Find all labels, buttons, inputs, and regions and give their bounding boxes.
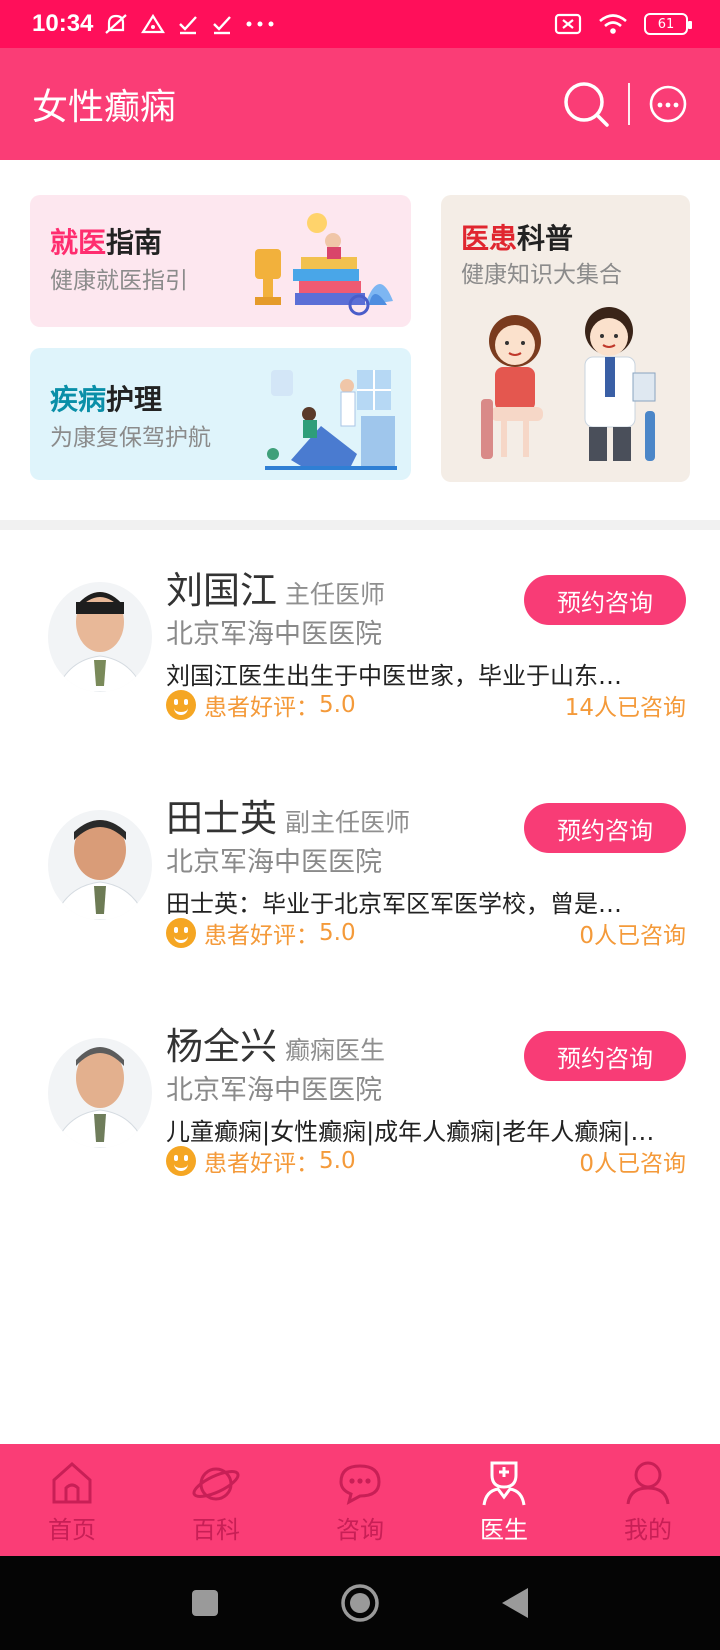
- header-divider: [628, 83, 630, 125]
- doctor-icon: [482, 1461, 526, 1505]
- doctor-hospital: 北京军海中医医院: [166, 1075, 382, 1106]
- tab-profile[interactable]: 我的: [576, 1444, 720, 1556]
- doctor-title: 副主任医师: [285, 808, 411, 837]
- more-options-icon[interactable]: [648, 84, 688, 124]
- doctor-description: 刘国江医生出生于中医世家，毕业于山东…: [166, 662, 622, 690]
- app-header: 女性癫痫: [0, 48, 720, 160]
- tab-consult[interactable]: 咨询: [288, 1444, 432, 1556]
- doctor-card[interactable]: 田士英 副主任医师 北京军海中医医院 田士英：毕业于北京军区军医学校，曾是… 患者…: [0, 788, 720, 988]
- home-icon: [52, 1461, 92, 1503]
- doctor-avatar: [48, 810, 152, 920]
- check-icon: [213, 16, 232, 35]
- tab-doctor[interactable]: 医生: [432, 1444, 576, 1556]
- doctor-name: 杨全兴 癫痫医生: [166, 1025, 386, 1068]
- doctor-card[interactable]: 杨全兴 癫痫医生 北京军海中医医院 儿童癫痫|女性癫痫|成年人癫痫|老年人癫痫|……: [0, 1016, 720, 1216]
- banner-guide-subtitle: 健康就医指引: [50, 268, 188, 294]
- tab-profile-label: 我的: [624, 1515, 672, 1544]
- rating-value: 5.0: [319, 920, 356, 946]
- status-notification-icons: [103, 12, 275, 36]
- chat-icon: [339, 1463, 381, 1505]
- bottom-tab-bar: 首页 百科 咨询 医生 我的: [0, 1444, 720, 1556]
- banner-guide-title: 就医指南: [50, 226, 163, 259]
- alert-icon: [141, 13, 166, 34]
- system-nav-bar: [0, 1556, 720, 1650]
- book-consult-button[interactable]: 预约咨询: [524, 803, 686, 853]
- rating-label: 患者好评：: [204, 923, 319, 949]
- consult-count: 0人已咨询: [579, 1151, 686, 1177]
- planet-icon: [192, 1467, 240, 1500]
- book-consult-button[interactable]: 预约咨询: [524, 575, 686, 625]
- battery-icon: 61: [644, 13, 692, 35]
- doctor-description: 儿童癫痫|女性癫痫|成年人癫痫|老年人癫痫|…: [166, 1118, 655, 1146]
- doctor-hospital: 北京军海中医医院: [166, 619, 382, 650]
- feature-banners: 就医指南 健康就医指引 疾病护理 为康复保驾护航 医患科普 健康知识大集合: [0, 160, 720, 522]
- doctor-title: 主任医师: [285, 580, 386, 609]
- status-time: 10:34: [32, 10, 94, 37]
- smiley-icon: [166, 1146, 196, 1176]
- smiley-icon: [166, 918, 196, 948]
- page-title: 女性癫痫: [32, 87, 177, 128]
- tab-home[interactable]: 首页: [0, 1444, 144, 1556]
- doctor-avatar: [48, 1038, 152, 1148]
- tab-encyclopedia-label: 百科: [192, 1515, 240, 1544]
- doctor-description: 田士英：毕业于北京军区军医学校，曾是…: [166, 890, 622, 918]
- doctor-patient-illustration: [481, 307, 656, 461]
- banner-science-title: 医患科普: [461, 222, 574, 255]
- tab-consult-label: 咨询: [336, 1515, 384, 1544]
- status-bar: 10:34 61: [0, 0, 720, 48]
- sim-off-icon: [554, 13, 582, 35]
- battery-level: 61: [657, 16, 675, 32]
- dentist-illustration: [265, 370, 397, 470]
- consult-count: 0人已咨询: [579, 923, 686, 949]
- check-icon: [179, 16, 198, 35]
- doctor-name: 田士英 副主任医师: [166, 797, 411, 840]
- rating-value: 5.0: [319, 1148, 356, 1174]
- books-trophy-illustration: [255, 213, 393, 316]
- tab-encyclopedia[interactable]: 百科: [144, 1444, 288, 1556]
- rating-label: 患者好评：: [204, 695, 319, 721]
- banner-medical-guide[interactable]: 就医指南 健康就医指引: [30, 195, 411, 327]
- user-icon: [626, 1461, 670, 1504]
- banner-care-subtitle: 为康复保驾护航: [50, 425, 211, 451]
- wifi-icon: [599, 14, 627, 34]
- tab-doctor-label: 医生: [480, 1515, 528, 1544]
- header-actions: [562, 80, 688, 128]
- banner-science-subtitle: 健康知识大集合: [461, 262, 622, 288]
- doctor-rating: 患者好评： 5.0: [166, 916, 356, 950]
- app-screen: 10:34 61 女性癫痫 就医指南 健康就医指引 疾病护理 为康复保驾护航 医…: [0, 0, 720, 1650]
- back-icon[interactable]: [500, 1586, 530, 1620]
- doctor-card[interactable]: 刘国江 主任医师 北京军海中医医院 刘国江医生出生于中医世家，毕业于山东… 患者好…: [0, 560, 720, 760]
- doctor-rating: 患者好评： 5.0: [166, 688, 356, 722]
- status-system-icons: 61: [554, 13, 692, 35]
- consult-count: 14人已咨询: [564, 695, 686, 721]
- section-divider: [0, 520, 720, 530]
- doctor-avatar: [48, 582, 152, 692]
- book-consult-button[interactable]: 预约咨询: [524, 1031, 686, 1081]
- mute-icon: [105, 14, 128, 34]
- smiley-icon: [166, 690, 196, 720]
- search-icon[interactable]: [562, 80, 610, 128]
- doctor-title: 癫痫医生: [285, 1036, 386, 1065]
- doctor-name: 刘国江 主任医师: [166, 569, 386, 612]
- banner-disease-care[interactable]: 疾病护理 为康复保驾护航: [30, 348, 411, 480]
- recents-icon[interactable]: [190, 1588, 220, 1618]
- rating-label: 患者好评：: [204, 1151, 319, 1177]
- rating-value: 5.0: [319, 692, 356, 718]
- doctor-hospital: 北京军海中医医院: [166, 847, 382, 878]
- tab-home-label: 首页: [48, 1515, 96, 1544]
- banner-health-science[interactable]: 医患科普 健康知识大集合: [441, 195, 690, 482]
- more-dots-icon: [246, 21, 274, 27]
- home-button-icon[interactable]: [340, 1583, 380, 1623]
- banner-care-title: 疾病护理: [50, 383, 163, 416]
- doctor-rating: 患者好评： 5.0: [166, 1144, 356, 1178]
